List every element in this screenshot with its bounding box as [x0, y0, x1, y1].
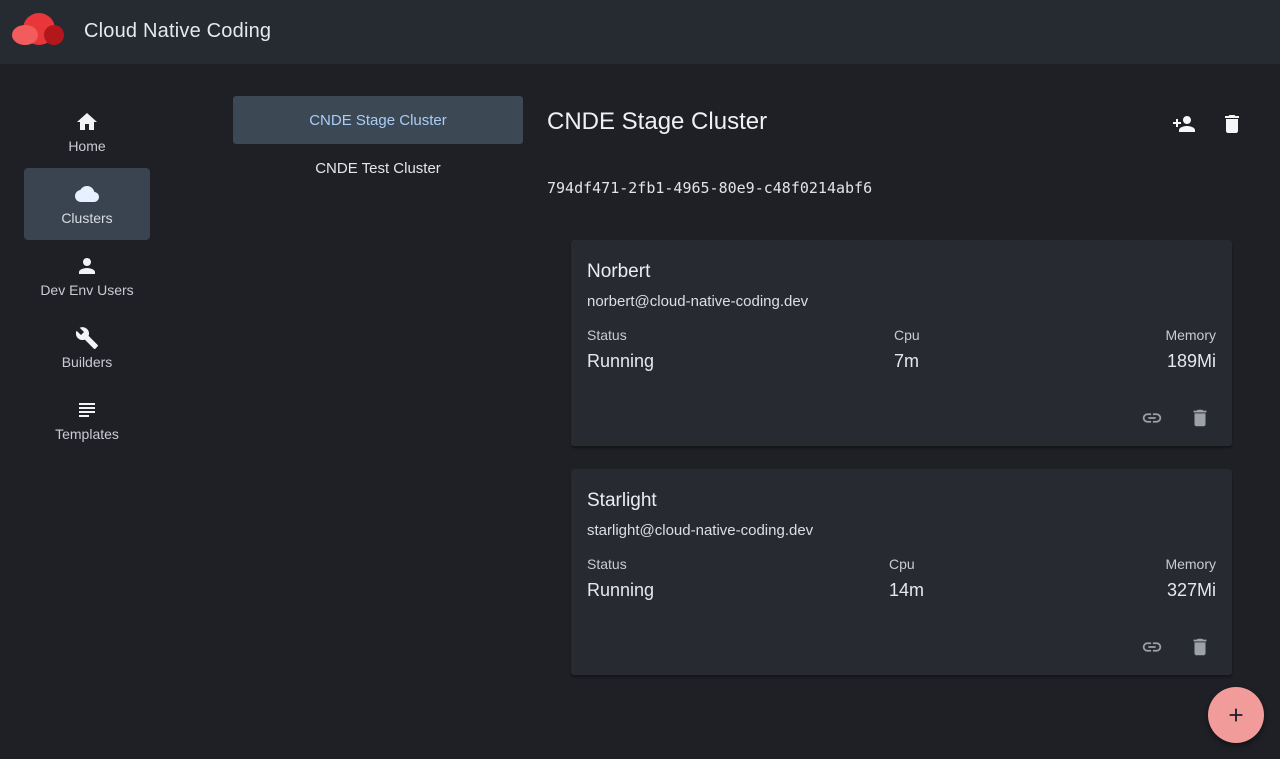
add-user-button[interactable]: [1170, 110, 1198, 138]
cluster-title: CNDE Stage Cluster: [547, 108, 768, 135]
cpu-label: Cpu: [889, 556, 915, 572]
user-name: Starlight: [587, 490, 657, 511]
nav-item-builders[interactable]: Builders: [24, 312, 150, 384]
cloud-icon: [75, 182, 99, 206]
cluster-id: 794df471-2fb1-4965-80e9-c48f0214abf6: [547, 179, 873, 197]
home-icon: [75, 110, 99, 134]
status-label: Status: [587, 327, 627, 343]
nav-item-label: Builders: [61, 354, 113, 370]
cloud-logo: [12, 13, 64, 45]
user-email: starlight@cloud-native-coding.dev: [587, 522, 814, 539]
open-link-button[interactable]: [1140, 635, 1164, 659]
delete-icon: [1220, 112, 1244, 136]
open-link-button[interactable]: [1140, 406, 1164, 430]
link-icon: [1141, 407, 1163, 429]
add-user-icon: [1172, 112, 1196, 136]
nav-item-label: Clusters: [61, 210, 113, 226]
list-icon: [75, 398, 99, 422]
status-label: Status: [587, 556, 627, 572]
cpu-value: 14m: [889, 580, 925, 600]
cpu-label: Cpu: [894, 327, 920, 343]
delete-cluster-button[interactable]: [1218, 110, 1246, 138]
memory-label: Memory: [1165, 327, 1216, 343]
app-header: Cloud Native Coding: [0, 0, 1280, 64]
delete-icon: [1189, 636, 1211, 658]
cluster-item-test[interactable]: CNDE Test Cluster: [233, 144, 523, 192]
nav-item-label: Dev Env Users: [40, 282, 134, 298]
cpu-value: 7m: [894, 351, 920, 371]
nav-item-home[interactable]: Home: [24, 96, 150, 168]
user-card: Starlight starlight@cloud-native-coding.…: [571, 469, 1232, 675]
delete-user-button[interactable]: [1188, 635, 1212, 659]
status-value: Running: [587, 580, 655, 600]
add-button[interactable]: [1208, 687, 1264, 743]
nav-item-label: Templates: [55, 426, 119, 442]
memory-label: Memory: [1165, 556, 1216, 572]
cluster-item-stage[interactable]: CNDE Stage Cluster: [233, 96, 523, 144]
nav-item-label: Home: [68, 138, 106, 154]
delete-user-button[interactable]: [1188, 406, 1212, 430]
delete-icon: [1189, 407, 1211, 429]
user-name: Norbert: [587, 261, 651, 282]
user-email: norbert@cloud-native-coding.dev: [587, 293, 809, 310]
link-icon: [1141, 636, 1163, 658]
plus-icon: [1225, 704, 1247, 726]
memory-value: 189Mi: [1166, 351, 1216, 371]
app-title: Cloud Native Coding: [84, 20, 272, 42]
status-value: Running: [587, 351, 655, 371]
cluster-list: CNDE Stage Cluster CNDE Test Cluster: [233, 96, 523, 192]
nav-item-clusters[interactable]: Clusters: [24, 168, 150, 240]
nav-rail: Home Clusters Dev Env Users Builders Tem…: [24, 96, 150, 456]
user-card: Norbert norbert@cloud-native-coding.dev …: [571, 240, 1232, 446]
nav-item-templates[interactable]: Templates: [24, 384, 150, 456]
memory-value: 327Mi: [1166, 580, 1216, 600]
nav-item-dev-env-users[interactable]: Dev Env Users: [24, 240, 150, 312]
wrench-icon: [75, 326, 99, 350]
person-icon: [75, 254, 99, 278]
